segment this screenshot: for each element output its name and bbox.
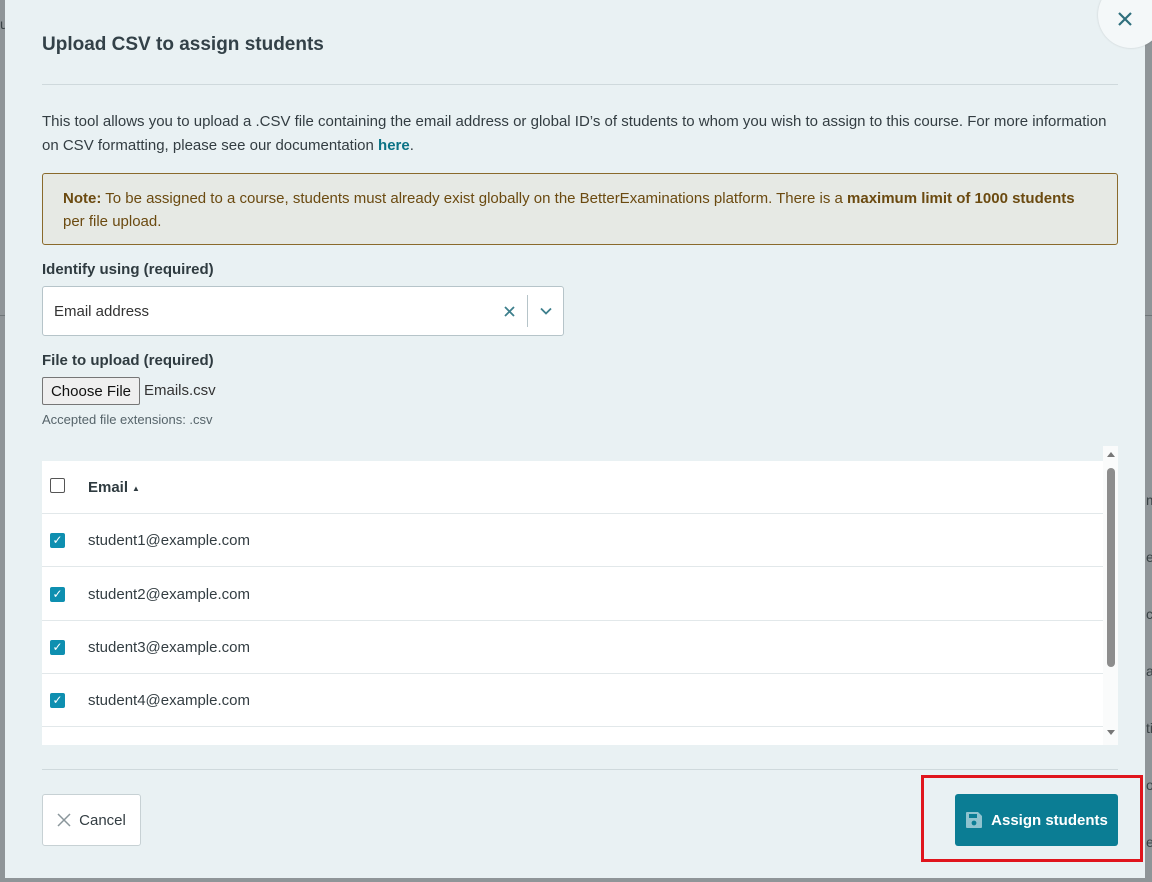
email-column-header[interactable]: Email ▲	[88, 479, 140, 496]
file-extensions-hint: Accepted file extensions: .csv	[42, 412, 213, 427]
email-header-label: Email	[88, 479, 129, 496]
row-email: student1@example.com	[88, 532, 250, 549]
background-fragment: e	[1146, 549, 1152, 565]
footer-divider	[42, 769, 1118, 770]
assign-students-button[interactable]: Assign students	[955, 794, 1118, 846]
chevron-down-icon[interactable]	[537, 300, 555, 322]
row-checkbox[interactable]: ✓	[50, 587, 65, 602]
row-checkbox[interactable]: ✓	[50, 693, 65, 708]
table-row: ✓ student3@example.com	[42, 621, 1103, 674]
description-end: .	[409, 137, 414, 154]
identify-label: Identify using (required)	[42, 261, 214, 278]
selected-file-name: Emails.csv	[144, 382, 216, 399]
table-row: ✓ student4@example.com	[42, 674, 1103, 727]
cancel-button[interactable]: Cancel	[42, 794, 141, 846]
save-icon	[966, 812, 983, 828]
background-fragment: a	[1146, 663, 1152, 679]
table-scrollbar[interactable]	[1103, 446, 1118, 745]
scroll-down-arrow-icon[interactable]	[1107, 730, 1115, 735]
identify-select[interactable]: Email address	[42, 286, 564, 336]
scrollbar-thumb[interactable]	[1107, 468, 1115, 667]
row-checkbox[interactable]: ✓	[50, 533, 65, 548]
identify-select-value: Email address	[54, 303, 150, 320]
row-email: student2@example.com	[88, 586, 250, 603]
note-lead: Note:	[63, 190, 102, 207]
row-email: student3@example.com	[88, 639, 250, 656]
select-separator	[527, 295, 528, 327]
select-all-checkbox[interactable]	[50, 478, 65, 493]
students-table-body: Email ▲ ✓ student1@example.com ✓ student2…	[42, 461, 1103, 745]
clear-icon[interactable]	[501, 300, 517, 322]
note-limit: maximum limit of 1000 students	[847, 190, 1075, 207]
sort-ascending-icon: ▲	[132, 483, 140, 493]
table-row: ✓ student1@example.com	[42, 514, 1103, 567]
assign-label: Assign students	[991, 811, 1108, 829]
file-label: File to upload (required)	[42, 352, 214, 369]
note-callout: Note: To be assigned to a course, studen…	[42, 173, 1118, 245]
close-icon[interactable]	[1112, 6, 1138, 32]
upload-csv-modal: Upload CSV to assign students This tool …	[5, 0, 1145, 878]
modal-title: Upload CSV to assign students	[42, 34, 324, 55]
background-fragment: ti	[1146, 720, 1152, 736]
background-fragment: ct	[1146, 606, 1152, 622]
close-icon	[57, 813, 71, 827]
background-fragment: m	[1146, 492, 1152, 508]
row-email: student4@example.com	[88, 692, 250, 709]
background-divider	[1144, 315, 1152, 316]
cancel-label: Cancel	[79, 811, 126, 829]
students-table: Email ▲ ✓ student1@example.com ✓ student2…	[42, 446, 1118, 745]
scroll-up-arrow-icon[interactable]	[1107, 452, 1115, 457]
table-row: ✓ student2@example.com	[42, 568, 1103, 621]
header-divider	[42, 84, 1118, 85]
documentation-link[interactable]: here	[378, 137, 410, 154]
choose-file-button[interactable]: Choose File	[42, 377, 140, 405]
row-checkbox[interactable]: ✓	[50, 640, 65, 655]
table-header-row: Email ▲	[42, 461, 1103, 514]
background-fragment: on	[1146, 777, 1152, 793]
description-text: This tool allows you to upload a .CSV fi…	[42, 113, 1107, 154]
background-fragment: e	[1146, 834, 1152, 850]
modal-description: This tool allows you to upload a .CSV fi…	[42, 110, 1112, 158]
note-text: To be assigned to a course, students mus…	[101, 190, 848, 207]
note-text-end: per file upload.	[63, 213, 162, 230]
